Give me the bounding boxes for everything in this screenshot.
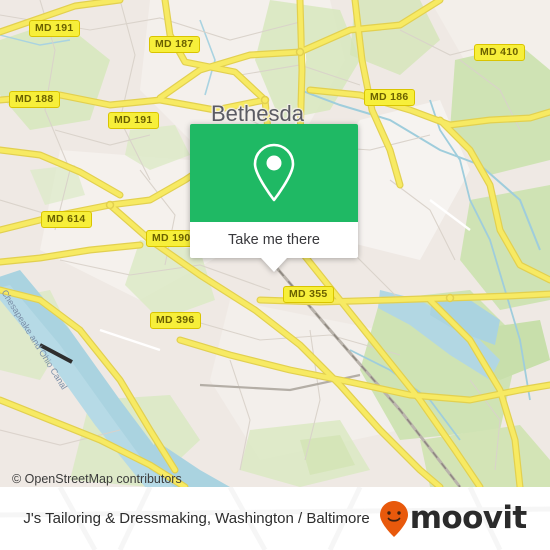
road-shield: MD 191 bbox=[29, 20, 80, 37]
moovit-pin-icon bbox=[379, 500, 408, 537]
road-shield: MD 187 bbox=[149, 36, 200, 53]
road-shield: MD 410 bbox=[474, 44, 525, 61]
map-pin-icon bbox=[253, 143, 295, 202]
road-shield: MD 190 bbox=[146, 230, 197, 247]
take-me-there-label: Take me there bbox=[228, 232, 320, 248]
popup-tail bbox=[261, 258, 287, 272]
road-shield: MD 186 bbox=[364, 89, 415, 106]
osm-attribution[interactable]: © OpenStreetMap contributors bbox=[12, 472, 182, 486]
footer-bar: J's Tailoring & Dressmaking, Washington … bbox=[0, 487, 550, 550]
footer-content: J's Tailoring & Dressmaking, Washington … bbox=[0, 487, 550, 550]
map-canvas[interactable]: MD 191 MD 187 MD 410 MD 188 MD 191 MD 18… bbox=[0, 0, 550, 487]
road-shield: MD 191 bbox=[108, 112, 159, 129]
road-shield: MD 188 bbox=[9, 91, 60, 108]
road-shield: MD 396 bbox=[150, 312, 201, 329]
popup-image-area bbox=[190, 124, 358, 222]
place-title: J's Tailoring & Dressmaking, Washington … bbox=[23, 510, 370, 527]
moovit-brand[interactable]: moovit bbox=[379, 500, 527, 538]
location-popup[interactable]: Take me there bbox=[190, 124, 358, 272]
take-me-there-button[interactable]: Take me there bbox=[190, 222, 358, 258]
moovit-wordmark: moovit bbox=[409, 500, 528, 536]
road-shield: MD 355 bbox=[283, 286, 334, 303]
road-shield: MD 614 bbox=[41, 211, 92, 228]
map-screen: MD 191 MD 187 MD 410 MD 188 MD 191 MD 18… bbox=[0, 0, 550, 550]
